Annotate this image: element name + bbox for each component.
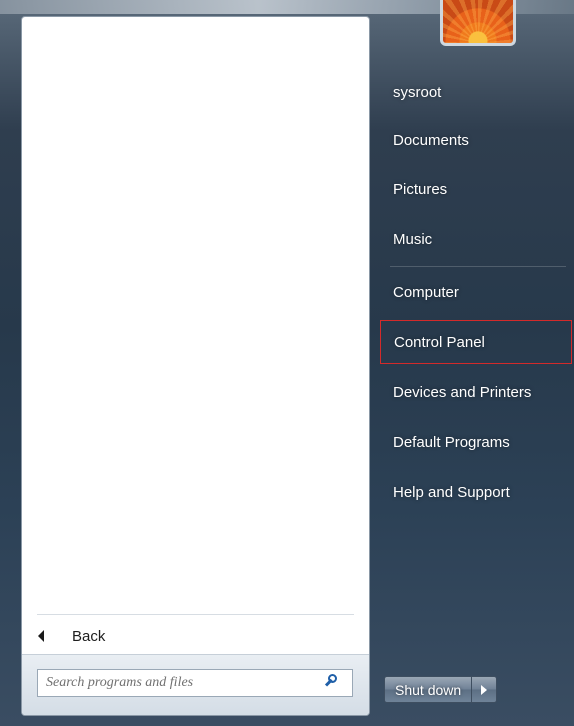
programs-list xyxy=(22,17,369,613)
menu-item-label: Control Panel xyxy=(394,333,485,351)
menu-item-default-programs[interactable]: Default Programs xyxy=(380,420,572,464)
user-picture[interactable] xyxy=(440,0,516,46)
shutdown-group: Shut down xyxy=(384,676,498,703)
search-icon[interactable] xyxy=(322,671,346,695)
left-triangle-arrow-icon xyxy=(38,630,44,642)
back-button[interactable]: Back xyxy=(30,621,360,651)
right-triangle-icon xyxy=(481,684,488,695)
divider xyxy=(37,614,354,615)
menu-item-devices-and-printers[interactable]: Devices and Printers xyxy=(380,370,572,414)
menu-item-pictures[interactable]: Pictures xyxy=(380,167,572,211)
menu-item-help-and-support[interactable]: Help and Support xyxy=(380,470,572,514)
menu-item-documents[interactable]: Documents xyxy=(380,118,572,162)
search-strip xyxy=(22,654,369,715)
menu-item-label: Default Programs xyxy=(393,433,510,451)
shutdown-options-button[interactable] xyxy=(472,676,498,703)
menu-item-computer[interactable]: Computer xyxy=(380,270,572,314)
menu-item-label: Music xyxy=(393,230,433,248)
menu-item-sysroot[interactable]: sysroot xyxy=(380,70,572,114)
menu-item-control-panel[interactable]: Control Panel xyxy=(380,320,572,364)
shutdown-label: Shut down xyxy=(395,681,462,698)
menu-item-music[interactable]: Music xyxy=(380,217,572,261)
menu-item-label: Pictures xyxy=(393,180,448,198)
menu-item-label: Documents xyxy=(393,131,469,149)
menu-item-label: Computer xyxy=(393,283,459,301)
programs-pane: Back xyxy=(21,16,370,716)
menu-item-label: Devices and Printers xyxy=(393,383,532,401)
menu-item-label: sysroot xyxy=(393,83,442,101)
menu-separator xyxy=(390,266,566,267)
menu-item-label: Help and Support xyxy=(393,483,510,501)
search-box[interactable] xyxy=(37,669,353,697)
shutdown-button[interactable]: Shut down xyxy=(384,676,473,703)
search-input[interactable] xyxy=(38,674,322,692)
start-menu: Back sysroot Documents Pictures Music Co… xyxy=(0,0,574,726)
back-label: Back xyxy=(72,627,106,645)
